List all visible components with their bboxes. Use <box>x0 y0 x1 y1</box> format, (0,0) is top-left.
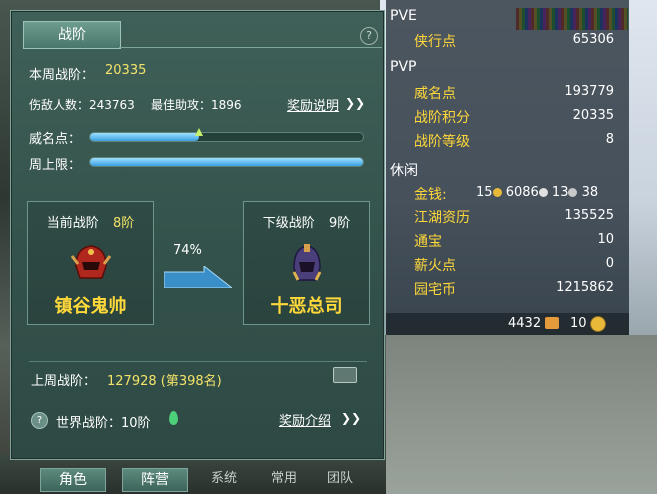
scene-bottom-right <box>386 335 657 494</box>
current-rank-level: 8阶 <box>112 216 135 231</box>
location-pin-icon <box>169 411 178 425</box>
leisure-header: 休闲 <box>390 163 418 179</box>
jianghu-value: 135525 <box>564 208 614 223</box>
xinhuo-value: 0 <box>605 256 614 271</box>
current-rank-card: 当前战阶 8阶 镇谷鬼帅 <box>27 201 154 325</box>
last-week-label: 上周战阶： <box>31 374 97 389</box>
weekly-cap-bar-fill <box>90 158 363 166</box>
money-gold: 15 <box>476 185 493 200</box>
next-rank-title: 下级战阶 9阶 <box>244 212 369 231</box>
tab-common[interactable]: 常用 <box>262 468 306 490</box>
next-rank-title-text: 下级战阶 <box>262 216 315 231</box>
copper-coin-icon <box>568 188 578 197</box>
pve-row-label: 侠行点 <box>414 34 456 50</box>
reward-chest-icon[interactable] <box>333 367 357 383</box>
current-rank-title-text: 当前战阶 <box>46 216 99 231</box>
help-icon[interactable]: ? <box>360 27 378 45</box>
money-silver: 6086 <box>505 185 539 200</box>
pvp-score-value: 20335 <box>572 108 614 123</box>
pvp-level-label: 战阶等级 <box>414 134 470 150</box>
next-rank-name: 十恶总司 <box>270 296 343 317</box>
tab-character[interactable]: 角色 <box>40 468 106 492</box>
tab-team[interactable]: 团队 <box>318 468 362 490</box>
yuanzhai-value: 1215862 <box>556 280 614 295</box>
pve-row-value: 65306 <box>572 32 614 47</box>
money-copper-b: 38 <box>581 185 599 200</box>
kills-count: 伤敌人数：243763 <box>29 98 135 112</box>
pvp-header: PVP <box>390 59 417 75</box>
bottom-left-value: 4432 <box>508 316 542 331</box>
next-rank-level: 9阶 <box>328 216 351 231</box>
reward-desc-link[interactable]: 奖励说明 <box>287 95 339 114</box>
last-week-value: 127928 (第398名) <box>107 374 222 389</box>
prestige-marker <box>195 128 204 136</box>
pvp-level-value: 8 <box>605 132 614 147</box>
tongbao-value: 10 <box>597 232 614 247</box>
weekly-rank-value: 20335 <box>105 63 147 78</box>
current-rank-title: 当前战阶 8阶 <box>28 212 153 231</box>
tab-system[interactable]: 系统 <box>202 468 246 490</box>
pvp-prestige-value: 193779 <box>564 84 614 99</box>
progress-arrow-icon <box>164 266 232 288</box>
prestige-bar-fill <box>90 133 200 141</box>
prestige-bar <box>89 128 364 142</box>
panel-divider <box>29 361 367 362</box>
gold-coin-icon <box>492 188 502 197</box>
next-rank-card: 下级战阶 9阶 十恶总司 <box>243 201 370 325</box>
weekly-rank-label: 本周战阶： <box>29 68 95 83</box>
world-rank-label: 世界战阶：10阶 <box>56 416 151 431</box>
tongbao-coin-icon <box>590 316 606 332</box>
reward-intro-link[interactable]: 奖励介绍 <box>279 410 331 429</box>
bottom-right-value: 10 <box>570 316 587 331</box>
money-value: 15 6086 13 38 <box>476 185 598 200</box>
chevron-right-icon[interactable]: ❯❯ <box>345 96 365 110</box>
best-assist: 最佳助攻：1896 <box>151 98 242 112</box>
purple-helmet-icon <box>292 244 322 281</box>
tab-rank[interactable]: 战阶 <box>23 21 121 49</box>
rank-panel: 战阶 ? 本周战阶： 20335 伤敌人数：243763 最佳助攻：1896 奖… <box>10 10 385 460</box>
yuanzhai-label: 园宅币 <box>414 282 456 298</box>
progress-percent: 74% <box>173 243 202 258</box>
pve-header: PVE <box>390 8 417 24</box>
money-copper-a: 13 <box>551 185 569 200</box>
current-rank-name: 镇谷鬼帅 <box>54 296 127 317</box>
pvp-prestige-label: 威名点 <box>414 86 456 102</box>
prestige-label: 威名点： <box>29 132 82 147</box>
tab-underline <box>119 47 382 48</box>
tongbao-label: 通宝 <box>414 234 442 250</box>
tab-faction[interactable]: 阵营 <box>122 468 188 492</box>
world-rank-help-icon[interactable]: ? <box>31 412 48 429</box>
money-label: 金钱: <box>414 187 447 203</box>
jianghu-label: 江湖资历 <box>414 210 470 226</box>
weekly-cap-bar <box>89 157 364 167</box>
pvp-score-label: 战阶积分 <box>414 110 470 126</box>
chevron-right-icon[interactable]: ❯❯ <box>341 411 361 425</box>
red-helmet-icon <box>70 245 112 279</box>
silver-coin-icon <box>538 188 548 197</box>
boot-icon <box>545 317 559 329</box>
weekly-cap-label: 周上限： <box>29 158 82 173</box>
xinhuo-label: 薪火点 <box>414 258 456 274</box>
